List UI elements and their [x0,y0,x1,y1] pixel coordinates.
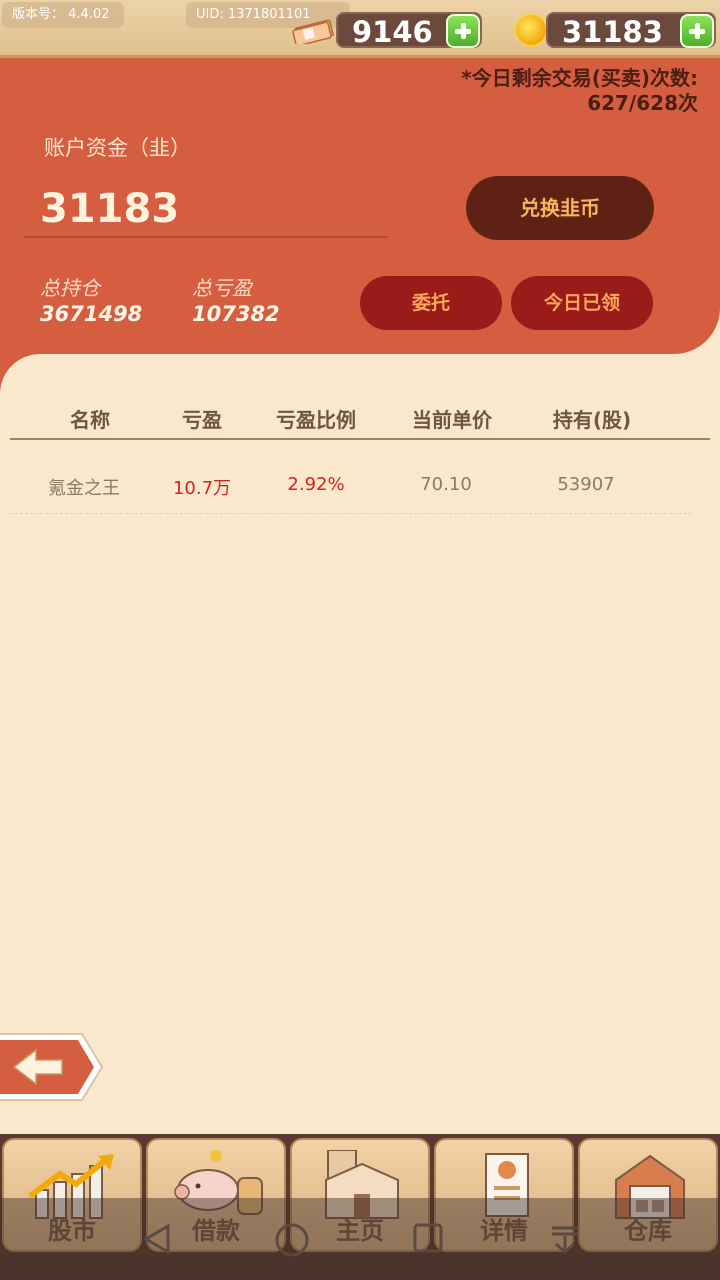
coin-value: 31183 [562,15,663,49]
account-funds-label: 账户资金（韭） [44,136,191,160]
stock-name: 氪金之王 [48,478,120,499]
claimed-today-button[interactable]: 今日已领 [511,276,653,330]
system-recents-icon[interactable] [412,1222,444,1254]
system-back-icon[interactable] [140,1222,174,1256]
total-pnl-label: 总亏盈 [192,276,252,300]
stock-pnl-ratio: 2.92% [287,474,345,495]
total-pnl-value: 107382 [192,302,280,326]
remaining-trades-label: *今日剩余交易(买卖)次数: [461,66,698,90]
version-label: 版本号： 4.4.02 [2,2,124,28]
stock-price: 70.10 [420,474,472,495]
coin-icon [514,13,548,47]
back-button[interactable] [0,1030,106,1104]
total-position-label: 总持仓 [40,276,100,300]
remaining-trades-count: 627/628次 [587,91,698,115]
system-pulldown-icon[interactable] [548,1222,582,1256]
account-funds-value: 31183 [40,186,180,232]
cash-stack-icon [292,19,334,44]
divider [24,236,388,238]
column-header-pnl: 亏盈 [182,408,222,432]
system-home-icon[interactable] [274,1222,310,1258]
top-status-bar: 版本号： 4.4.02 UID: 1371801101 9146 31183 [0,0,720,58]
add-coin-button[interactable] [680,14,714,48]
system-nav-bar [0,1198,720,1280]
exchange-button[interactable]: 兑换韭币 [466,176,654,240]
cash-value: 9146 [352,15,433,49]
table-header: 名称 亏盈 亏盈比例 当前单价 持有(股) [10,400,710,440]
entrust-button[interactable]: 委托 [360,276,502,330]
column-header-held: 持有(股) [552,408,632,432]
stock-pnl: 10.7万 [172,478,232,499]
total-position-value: 3671498 [40,302,143,326]
table-row[interactable]: 氪金之王 10.7万 2.92% 70.10 53907 [10,462,692,514]
column-header-name: 名称 [70,408,110,432]
stock-held: 53907 [557,474,615,495]
column-header-pnl-ratio: 亏盈比例 [276,408,356,432]
column-header-price: 当前单价 [412,408,492,432]
remaining-trades: *今日剩余交易(买卖)次数: 627/628次 [398,66,698,116]
add-cash-button[interactable] [446,14,480,48]
